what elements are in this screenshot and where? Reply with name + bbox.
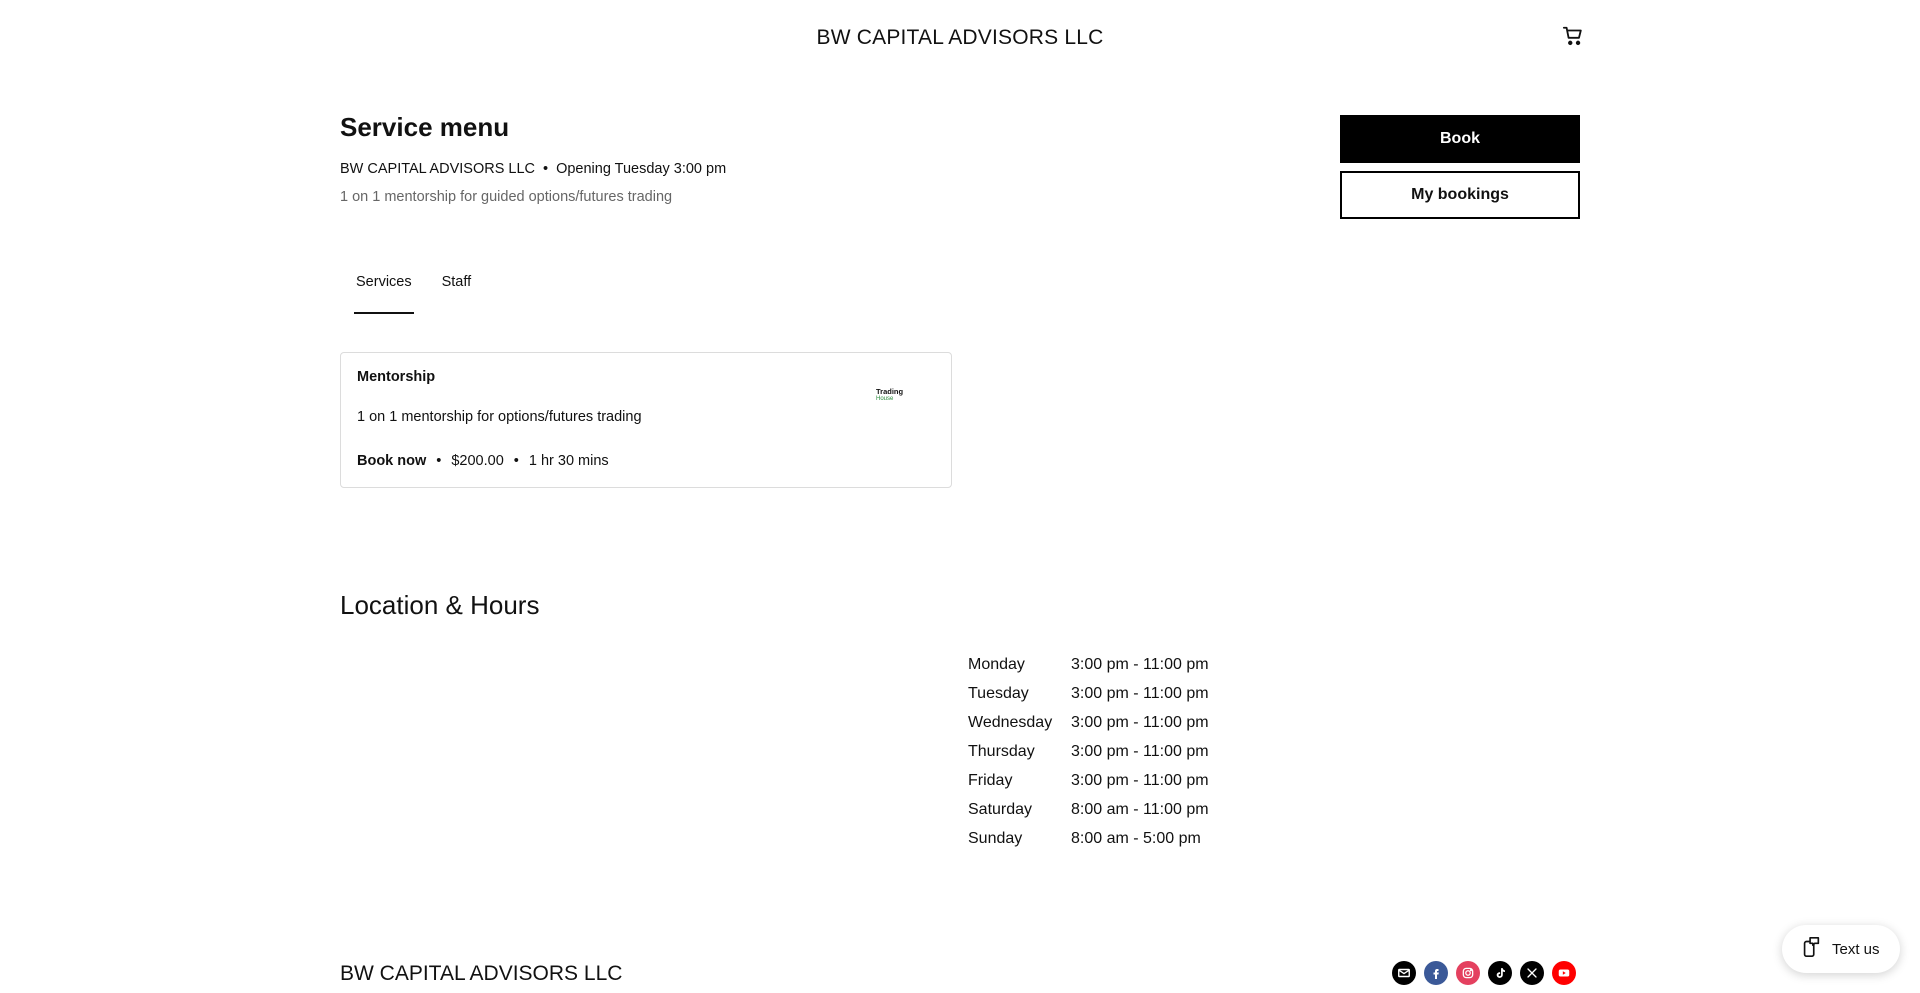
- business-name: BW CAPITAL ADVISORS LLC: [340, 161, 535, 177]
- book-button[interactable]: Book: [1340, 115, 1580, 163]
- book-now-link[interactable]: Book now: [357, 453, 426, 469]
- social-links: [1392, 961, 1576, 985]
- top-bar: BW CAPITAL ADVISORS LLC: [0, 0, 1920, 78]
- business-meta: BW CAPITAL ADVISORS LLC • Opening Tuesda…: [340, 161, 726, 177]
- facebook-icon[interactable]: [1424, 961, 1448, 985]
- hours-row: Tuesday 3:00 pm - 11:00 pm: [968, 679, 1209, 708]
- text-us-label: Text us: [1832, 940, 1880, 958]
- service-duration: 1 hr 30 mins: [528, 453, 609, 469]
- separator-dot: •: [513, 453, 519, 469]
- hours-row: Sunday 8:00 am - 5:00 pm: [968, 824, 1209, 853]
- hours-time: 3:00 pm - 11:00 pm: [1071, 742, 1209, 760]
- hours-time: 3:00 pm - 11:00 pm: [1071, 655, 1209, 673]
- separator-dot: •: [436, 453, 442, 469]
- service-menu-header: Service menu BW CAPITAL ADVISORS LLC • O…: [340, 112, 726, 205]
- text-us-button[interactable]: Text us: [1782, 925, 1900, 973]
- hours-table: Monday 3:00 pm - 11:00 pm Tuesday 3:00 p…: [968, 650, 1209, 853]
- service-name: Mentorship: [357, 369, 436, 385]
- chat-phone-icon: [1800, 936, 1822, 963]
- hours-day: Thursday: [968, 742, 1035, 760]
- hours-day: Friday: [968, 771, 1013, 789]
- opening-status: Opening Tuesday 3:00 pm: [556, 161, 727, 177]
- business-description: 1 on 1 mentorship for guided options/fut…: [340, 189, 673, 205]
- cart-icon[interactable]: [1562, 25, 1584, 47]
- hours-row: Friday 3:00 pm - 11:00 pm: [968, 766, 1209, 795]
- service-description: 1 on 1 mentorship for options/futures tr…: [357, 409, 642, 425]
- service-tabs: Services Staff: [340, 272, 487, 314]
- location-hours-title: Location & Hours: [340, 590, 540, 620]
- hours-row: Wednesday 3:00 pm - 11:00 pm: [968, 708, 1209, 737]
- my-bookings-button[interactable]: My bookings: [1340, 171, 1580, 219]
- service-price: $200.00: [451, 453, 504, 469]
- hours-day: Monday: [968, 655, 1025, 673]
- trading-house-logo: Trading House: [876, 387, 904, 403]
- tiktok-icon[interactable]: [1488, 961, 1512, 985]
- service-card[interactable]: Mentorship Trading House 1 on 1 mentorsh…: [340, 352, 952, 488]
- hours-day: Saturday: [968, 800, 1033, 818]
- tab-services[interactable]: Services: [340, 272, 428, 314]
- hours-time: 3:00 pm - 11:00 pm: [1071, 713, 1209, 731]
- site-brand-title[interactable]: BW CAPITAL ADVISORS LLC: [0, 26, 1920, 50]
- page-title: Service menu: [340, 112, 510, 142]
- hours-day: Tuesday: [968, 684, 1029, 702]
- email-icon[interactable]: [1392, 961, 1416, 985]
- hours-row: Monday 3:00 pm - 11:00 pm: [968, 650, 1209, 679]
- hours-row: Saturday 8:00 am - 11:00 pm: [968, 795, 1209, 824]
- service-footer: Book now • $200.00 • 1 hr 30 mins: [357, 453, 609, 469]
- x-icon[interactable]: [1520, 961, 1544, 985]
- footer-brand: BW CAPITAL ADVISORS LLC: [340, 962, 623, 985]
- hours-time: 8:00 am - 5:00 pm: [1071, 829, 1201, 847]
- hours-time: 3:00 pm - 11:00 pm: [1071, 684, 1209, 702]
- youtube-icon[interactable]: [1552, 961, 1576, 985]
- hours-row: Thursday 3:00 pm - 11:00 pm: [968, 737, 1209, 766]
- meta-separator: •: [543, 161, 549, 177]
- instagram-icon[interactable]: [1456, 961, 1480, 985]
- hours-day: Wednesday: [968, 713, 1053, 731]
- hours-day: Sunday: [968, 829, 1023, 847]
- hours-time: 3:00 pm - 11:00 pm: [1071, 771, 1209, 789]
- tab-staff[interactable]: Staff: [428, 272, 488, 314]
- hours-time: 8:00 am - 11:00 pm: [1071, 800, 1209, 818]
